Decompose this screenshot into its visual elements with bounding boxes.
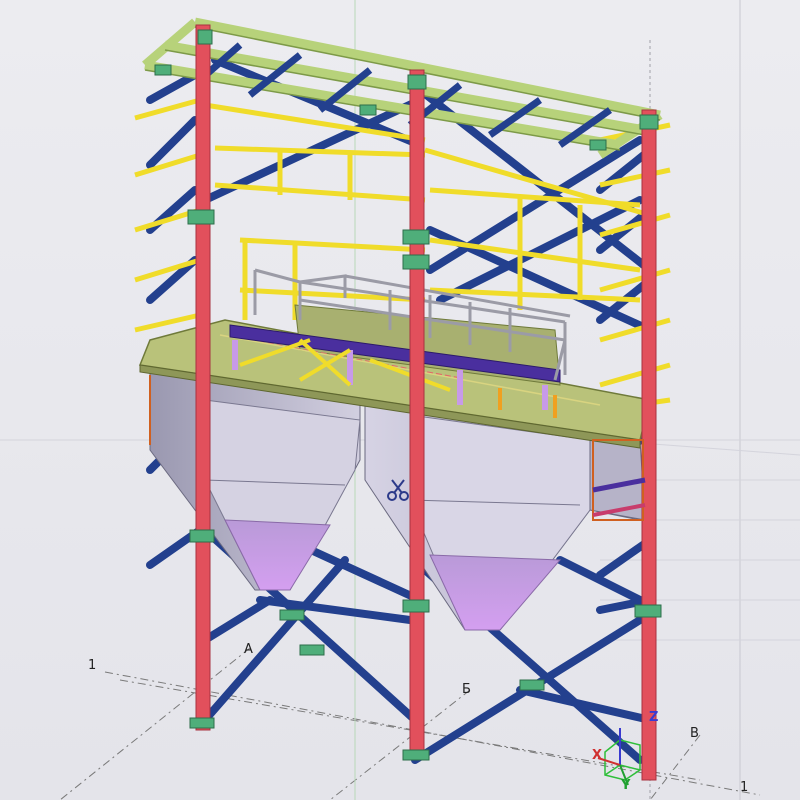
grid-label-1b: 1 [740,780,749,795]
grid-label-v: В [690,726,699,741]
axis-label-z: Z [649,710,659,725]
model-viewport[interactable]: 1 А Б В 1 Z X Y [0,0,800,800]
axis-label-x: X [592,748,603,763]
grid-label-1: 1 [88,658,97,673]
structure-3d-model[interactable] [0,0,800,800]
grid-label-a: А [244,642,253,657]
grid-label-b: Б [462,682,471,697]
axis-label-y: Y [621,778,631,793]
